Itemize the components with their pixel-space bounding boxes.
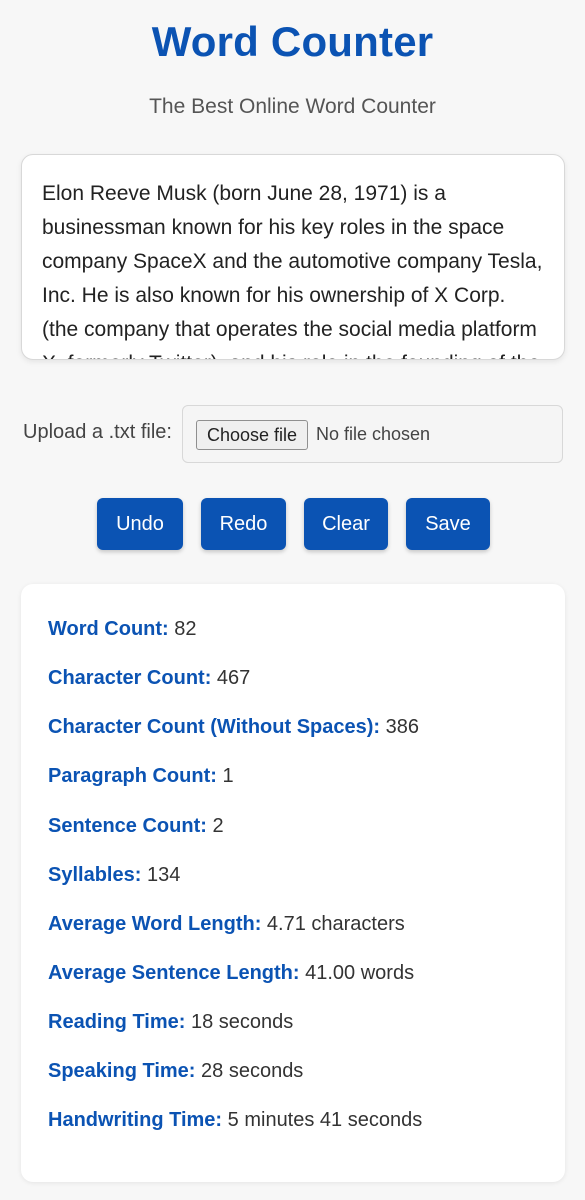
stat-word-count: Word Count: 82: [48, 618, 197, 641]
stat-value: 386: [385, 716, 419, 738]
stat-reading-time: Reading Time: 18 seconds: [48, 1011, 293, 1034]
stat-handwriting-time: Handwriting Time: 5 minutes 41 seconds: [48, 1109, 422, 1132]
save-button[interactable]: Save: [406, 498, 490, 550]
stat-value: 18 seconds: [191, 1011, 294, 1033]
stat-label: Syllables:: [48, 864, 142, 886]
upload-row: Upload a .txt file: Choose file No file …: [23, 405, 563, 463]
stat-label: Average Sentence Length:: [48, 962, 300, 984]
page-subtitle: The Best Online Word Counter: [149, 95, 436, 118]
stat-label: Average Word Length:: [48, 913, 262, 935]
page-title: Word Counter: [151, 18, 434, 65]
stat-value: 134: [146, 864, 181, 886]
stat-character-count: Character Count: 467: [48, 667, 250, 690]
stat-label: Speaking Time:: [48, 1060, 196, 1082]
stat-label: Word Count:: [48, 618, 169, 640]
stat-character-count-no-spaces: Character Count (Without Spaces): 386: [48, 716, 419, 739]
stat-value: 41.00 words: [305, 962, 415, 984]
stat-value: 82: [174, 618, 197, 640]
stat-value: 467: [216, 667, 251, 689]
stat-sentence-count: Sentence Count: 2: [48, 815, 224, 838]
stat-label: Handwriting Time:: [48, 1109, 223, 1131]
stat-label: Reading Time:: [48, 1011, 186, 1033]
stat-value: 4.71 characters: [266, 913, 405, 935]
file-input[interactable]: Choose file No file chosen: [182, 405, 563, 463]
stat-average-sentence-length: Average Sentence Length: 41.00 words: [48, 962, 414, 985]
stat-paragraph-count: Paragraph Count: 1: [48, 765, 234, 788]
stat-label: Character Count (Without Spaces):: [48, 716, 381, 738]
stat-label: Sentence Count:: [48, 815, 207, 837]
stat-label: Character Count:: [48, 667, 212, 689]
stat-average-word-length: Average Word Length: 4.71 characters: [48, 913, 405, 936]
stat-value: 1: [222, 765, 234, 787]
upload-label: Upload a .txt file:: [23, 421, 172, 443]
stats-panel: Word Count: 82 Character Count: 467 Char…: [21, 584, 565, 1182]
stat-value: 5 minutes 41 seconds: [227, 1109, 423, 1131]
file-status: No file chosen: [316, 424, 431, 444]
stat-label: Paragraph Count:: [48, 765, 217, 787]
redo-button[interactable]: Redo: [201, 498, 286, 550]
stat-value: 2: [212, 815, 224, 837]
toolbar: Undo Redo Clear Save: [0, 498, 585, 550]
undo-button[interactable]: Undo: [97, 498, 183, 550]
stat-value: 28 seconds: [201, 1060, 304, 1082]
text-input-area[interactable]: Elon Reeve Musk (born June 28, 1971) is …: [21, 154, 565, 360]
clear-button[interactable]: Clear: [304, 498, 388, 550]
stat-speaking-time: Speaking Time: 28 seconds: [48, 1060, 303, 1083]
page: Word Counter The Best Online Word Counte…: [0, 0, 585, 1200]
stat-syllables: Syllables: 134: [48, 864, 180, 887]
choose-file-button[interactable]: Choose file: [196, 420, 309, 450]
